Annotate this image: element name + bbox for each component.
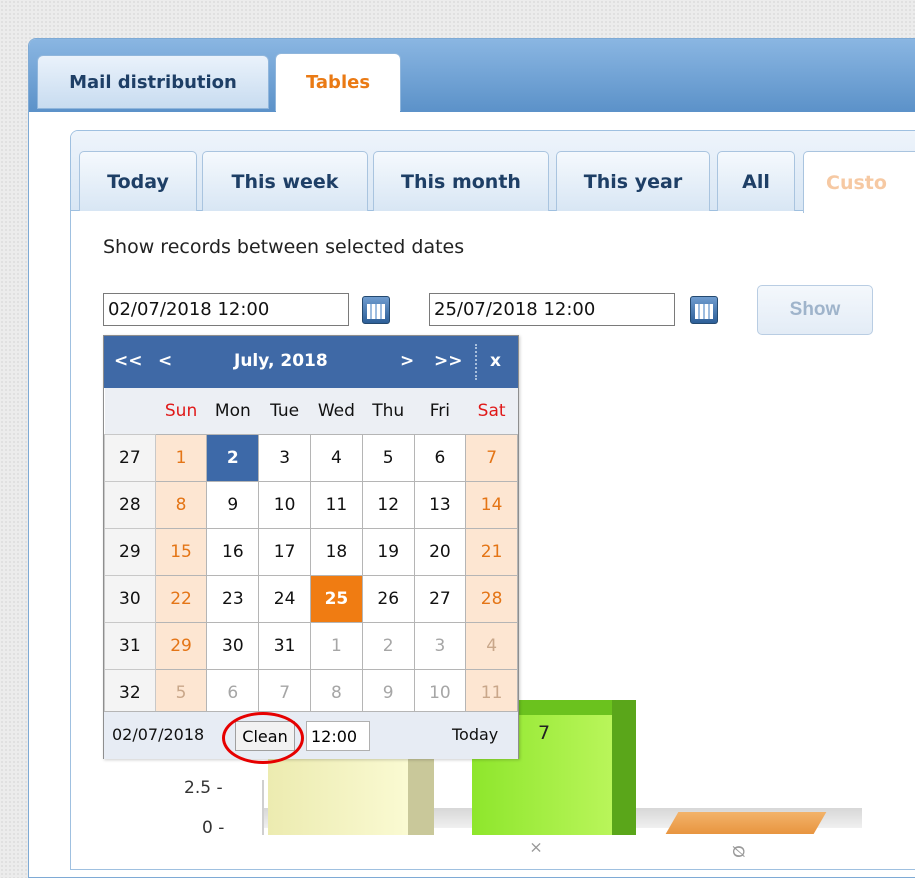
tab-custom[interactable]: Custo <box>803 151 915 213</box>
calendar-day[interactable]: 7 <box>258 668 311 717</box>
weekday-label: Mon <box>206 388 259 434</box>
calendar-day[interactable]: 5 <box>361 433 415 482</box>
calendar-day[interactable]: 13 <box>413 480 467 529</box>
week-number: 30 <box>104 574 156 623</box>
calendar-day[interactable]: 12 <box>361 480 415 529</box>
calendar-week-row: 27 1 2 3 4 5 6 7 <box>104 433 518 482</box>
calendar-day[interactable]: 3 <box>413 621 467 670</box>
calendar-day[interactable]: 30 <box>206 621 260 670</box>
highlight-annotation-circle <box>222 712 304 764</box>
calendar-icon[interactable] <box>690 296 718 324</box>
calendar-day[interactable]: 24 <box>258 574 311 623</box>
selected-date-label: 02/07/2018 <box>112 725 205 744</box>
calendar-day[interactable]: 6 <box>206 668 260 717</box>
calendar-day[interactable]: 20 <box>413 527 467 576</box>
calendar-day[interactable]: 25 <box>309 574 363 623</box>
calendar-icon[interactable] <box>362 296 390 324</box>
calendar-day[interactable]: 14 <box>465 480 518 529</box>
calendar-week-row: 30 22 23 24 25 26 27 28 <box>104 574 518 623</box>
calendar-day[interactable]: 16 <box>206 527 260 576</box>
calendar-day[interactable]: 8 <box>309 668 363 717</box>
calendar-day[interactable]: 10 <box>258 480 311 529</box>
weekday-label: Wed <box>310 388 363 434</box>
calendar-day[interactable]: 2 <box>206 433 260 482</box>
calendar-day[interactable]: 31 <box>258 621 311 670</box>
calendar-week-row: 31 29 30 31 1 2 3 4 <box>104 621 518 670</box>
weekday-header-row: Sun Mon Tue Wed Thu Fri Sat <box>104 388 518 434</box>
calendar-day[interactable]: 10 <box>413 668 467 717</box>
tab-this-week[interactable]: This week <box>202 151 368 211</box>
date-to-input[interactable] <box>429 293 675 326</box>
calendar-day[interactable]: 29 <box>154 621 208 670</box>
calendar-day[interactable]: 21 <box>465 527 518 576</box>
x-tick-label: Ø <box>728 845 748 858</box>
week-number: 31 <box>104 621 156 670</box>
calendar-week-row: 32 5 6 7 8 9 10 11 <box>104 668 518 717</box>
calendar-day[interactable]: 19 <box>361 527 415 576</box>
calendar-day[interactable]: 27 <box>413 574 467 623</box>
week-number: 27 <box>104 433 156 482</box>
today-button[interactable]: Today <box>452 725 498 744</box>
calendar-day[interactable]: 9 <box>361 668 415 717</box>
weekday-label: Fri <box>414 388 466 434</box>
weekday-label: Thu <box>362 388 415 434</box>
weekday-label: Sat <box>465 388 518 434</box>
chart-bar <box>665 812 827 834</box>
calendar-day[interactable]: 11 <box>465 668 518 717</box>
tab-this-year[interactable]: This year <box>556 151 710 211</box>
weekday-label: Sun <box>155 388 207 434</box>
calendar-day[interactable]: 17 <box>258 527 311 576</box>
calendar-day[interactable]: 8 <box>154 480 208 529</box>
calendar-day[interactable]: 18 <box>309 527 363 576</box>
tab-this-month[interactable]: This month <box>373 151 549 211</box>
prev-year-button[interactable]: << <box>114 351 143 371</box>
calendar-day[interactable]: 4 <box>465 621 518 670</box>
calendar-day[interactable]: 2 <box>361 621 415 670</box>
tab-tables[interactable]: Tables <box>275 53 401 111</box>
date-picker-popup: << < July, 2018 > >> x Sun Mon Tue Wed T… <box>103 335 519 759</box>
calendar-day[interactable]: 15 <box>154 527 208 576</box>
calendar-day[interactable]: 26 <box>361 574 415 623</box>
week-number: 32 <box>104 668 156 717</box>
calendar-day[interactable]: 3 <box>258 433 311 482</box>
show-button[interactable]: Show <box>757 285 873 335</box>
y-tick-label: 0 - <box>202 818 225 838</box>
calendar-day[interactable]: 6 <box>413 433 467 482</box>
weekday-label: Tue <box>258 388 311 434</box>
x-tick-label: × <box>527 840 547 855</box>
prev-month-button[interactable]: < <box>158 351 172 371</box>
calendar-day[interactable]: 1 <box>309 621 363 670</box>
next-year-button[interactable]: >> <box>434 351 463 371</box>
calendar-day[interactable]: 4 <box>309 433 363 482</box>
close-calendar-button[interactable]: x <box>490 351 501 371</box>
calendar-day[interactable]: 22 <box>154 574 208 623</box>
calendar-day[interactable]: 9 <box>206 480 260 529</box>
week-number: 29 <box>104 527 156 576</box>
next-month-button[interactable]: > <box>400 351 414 371</box>
calendar-day[interactable]: 23 <box>206 574 260 623</box>
tab-all[interactable]: All <box>717 151 795 211</box>
calendar-day[interactable]: 7 <box>465 433 518 482</box>
chart-axis <box>262 780 264 835</box>
calendar-week-row: 28 8 9 10 11 12 13 14 <box>104 480 518 529</box>
tab-today[interactable]: Today <box>79 151 197 211</box>
bar-value-label: 7 <box>538 722 551 744</box>
calendar-day[interactable]: 11 <box>309 480 363 529</box>
date-from-input[interactable] <box>103 293 349 326</box>
tab-mail-distribution[interactable]: Mail distribution <box>37 55 269 109</box>
calendar-grid: Sun Mon Tue Wed Thu Fri Sat 27 1 2 3 4 5 6 7 28 8… <box>104 388 518 717</box>
date-range-caption: Show records between selected dates <box>103 236 465 258</box>
y-tick-label: 2.5 - <box>184 778 223 798</box>
calendar-header: << < July, 2018 > >> x <box>104 336 518 388</box>
calendar-month-title: July, 2018 <box>234 351 328 371</box>
calendar-day[interactable]: 5 <box>154 668 208 717</box>
calendar-week-row: 29 15 16 17 18 19 20 21 <box>104 527 518 576</box>
week-number: 28 <box>104 480 156 529</box>
time-input[interactable] <box>306 721 370 751</box>
calendar-day[interactable]: 1 <box>154 433 208 482</box>
period-tab-bar: Today This week This month This year All… <box>71 131 915 213</box>
calendar-footer: 02/07/2018 Clean Today <box>104 711 518 759</box>
calendar-day[interactable]: 28 <box>465 574 518 623</box>
